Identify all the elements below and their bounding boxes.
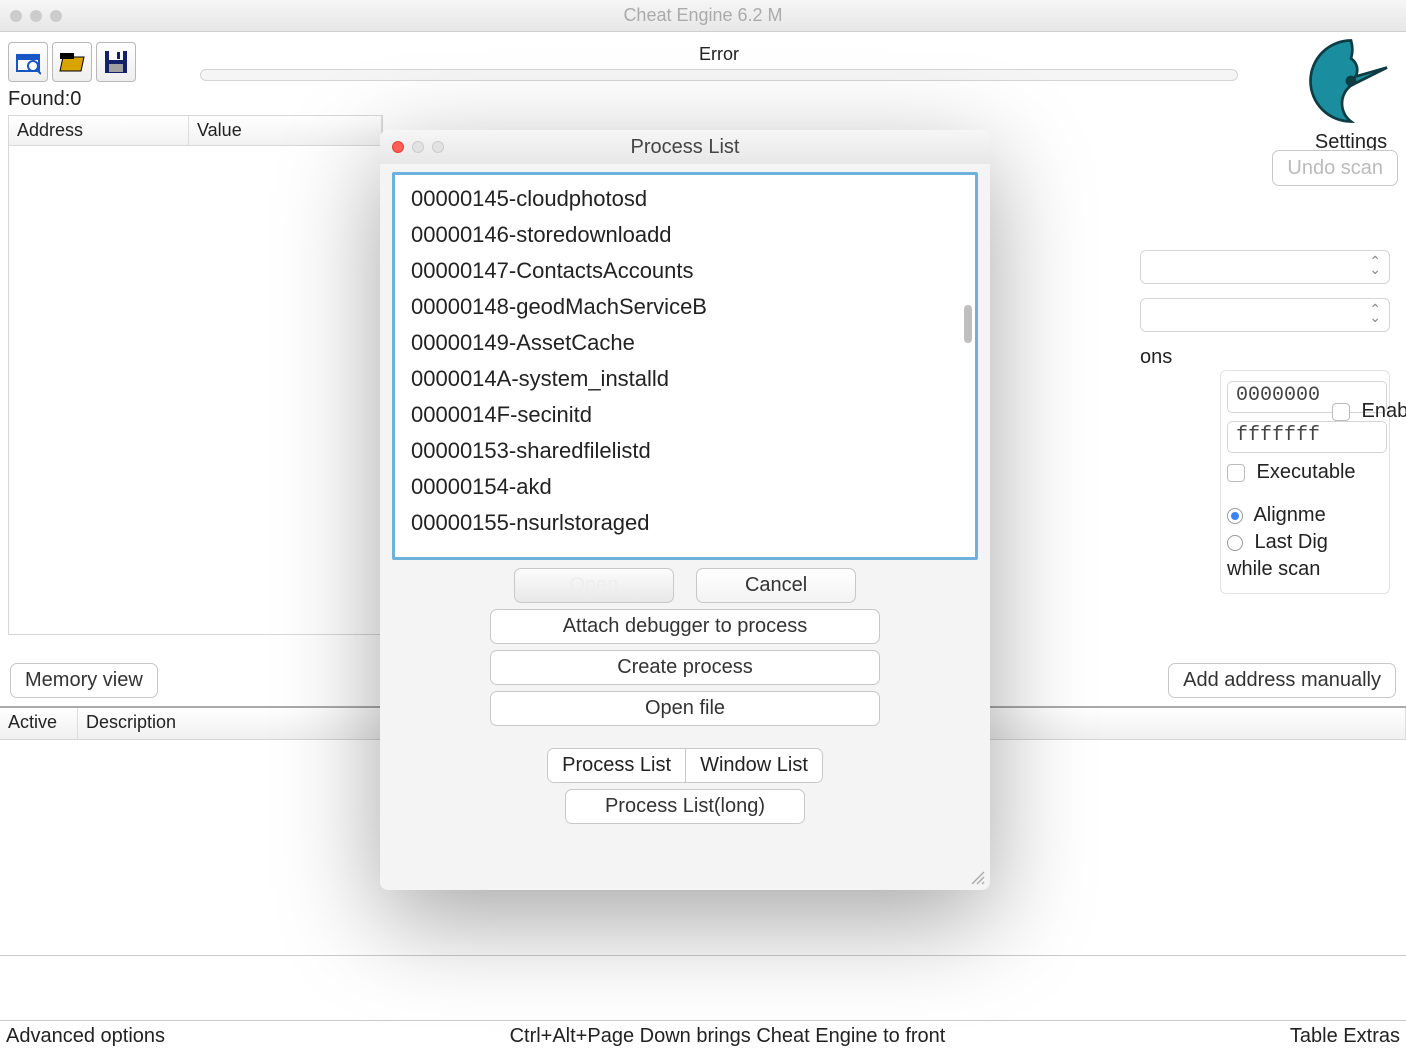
memory-view-button[interactable]: Memory view <box>10 663 158 698</box>
found-count: Found:0 <box>0 88 1406 115</box>
mem-stop-field[interactable]: fffffff <box>1227 421 1387 453</box>
cheat-engine-logo-icon[interactable] <box>1306 36 1396 126</box>
list-item[interactable]: 0000014A-system_installd <box>407 361 963 397</box>
pause-while-scan-checkbox[interactable]: while scan <box>1227 558 1383 581</box>
executable-checkbox[interactable]: Executable <box>1227 461 1383 484</box>
toolbar: Error <box>0 32 1406 88</box>
checkbox-icon <box>1332 403 1350 421</box>
add-address-manually-button[interactable]: Add address manually <box>1168 663 1396 698</box>
select-process-button[interactable] <box>8 42 48 82</box>
alignment-radio[interactable]: Alignme <box>1227 504 1383 527</box>
enable-speedhack-checkbox[interactable]: Enable Speedha <box>1332 400 1406 423</box>
progress-bar <box>200 69 1238 81</box>
col-header-value[interactable]: Value <box>189 116 382 145</box>
undo-scan-button[interactable]: Undo scan <box>1272 150 1398 186</box>
list-item[interactable]: 00000146-storedownloadd <box>407 217 963 253</box>
save-button[interactable] <box>96 42 136 82</box>
list-item[interactable]: 00000153-sharedfilelistd <box>407 433 963 469</box>
stepper-icon: ⌃⌄ <box>1369 305 1381 321</box>
cancel-button[interactable]: Cancel <box>696 568 856 603</box>
table-extras-button[interactable]: Table Extras <box>1290 1025 1400 1048</box>
tab-window-list[interactable]: Window List <box>685 749 822 782</box>
open-file-button[interactable] <box>52 42 92 82</box>
main-titlebar: Cheat Engine 6.2 M <box>0 0 1406 32</box>
process-list-long-button[interactable]: Process List(long) <box>565 789 805 824</box>
list-item[interactable]: 00000149-AssetCache <box>407 325 963 361</box>
col-header-active[interactable]: Active <box>0 708 78 739</box>
results-list[interactable]: Address Value <box>8 115 383 635</box>
list-item[interactable]: 00000148-geodMachServiceB <box>407 289 963 325</box>
scrollbar-thumb[interactable] <box>964 305 972 343</box>
stepper-icon: ⌃⌄ <box>1369 257 1381 273</box>
error-label: Error <box>200 44 1238 65</box>
col-header-address[interactable]: Address <box>9 116 189 145</box>
last-digits-radio[interactable]: Last Dig <box>1227 531 1383 554</box>
dialog-titlebar: Process List <box>380 130 990 164</box>
value-type-select[interactable]: ⌃⌄ <box>1140 298 1390 332</box>
options-label: ons <box>1140 346 1390 369</box>
list-item[interactable]: 00000154-akd <box>407 469 963 505</box>
scan-type-select[interactable]: ⌃⌄ <box>1140 250 1390 284</box>
open-button[interactable]: Open <box>514 568 674 603</box>
radio-icon <box>1227 535 1243 551</box>
resize-grip-icon[interactable] <box>970 870 986 886</box>
radio-icon <box>1227 508 1243 524</box>
status-hint: Ctrl+Alt+Page Down brings Cheat Engine t… <box>510 1025 946 1048</box>
list-item[interactable]: 00000155-nsurlstoraged <box>407 505 963 541</box>
process-listbox[interactable]: 00000145-cloudphotosd 00000146-storedown… <box>392 172 978 560</box>
list-item[interactable]: 00000147-ContactsAccounts <box>407 253 963 289</box>
create-process-button[interactable]: Create process <box>490 650 880 685</box>
checkbox-icon <box>1227 464 1245 482</box>
open-file-button[interactable]: Open file <box>490 691 880 726</box>
tab-process-list[interactable]: Process List <box>548 749 685 782</box>
progress-area: Error <box>200 44 1238 81</box>
status-bar: Advanced options Ctrl+Alt+Page Down brin… <box>0 1020 1406 1052</box>
list-mode-toggle[interactable]: Process List Window List <box>547 748 823 783</box>
list-item[interactable]: 00000145-cloudphotosd <box>407 181 963 217</box>
dialog-title: Process List <box>380 136 990 159</box>
attach-debugger-button[interactable]: Attach debugger to process <box>490 609 880 644</box>
list-item[interactable]: 0000014F-secinitd <box>407 397 963 433</box>
window-title: Cheat Engine 6.2 M <box>0 5 1406 26</box>
process-list-dialog: Process List 00000145-cloudphotosd 00000… <box>380 130 990 890</box>
advanced-options-button[interactable]: Advanced options <box>6 1025 165 1048</box>
